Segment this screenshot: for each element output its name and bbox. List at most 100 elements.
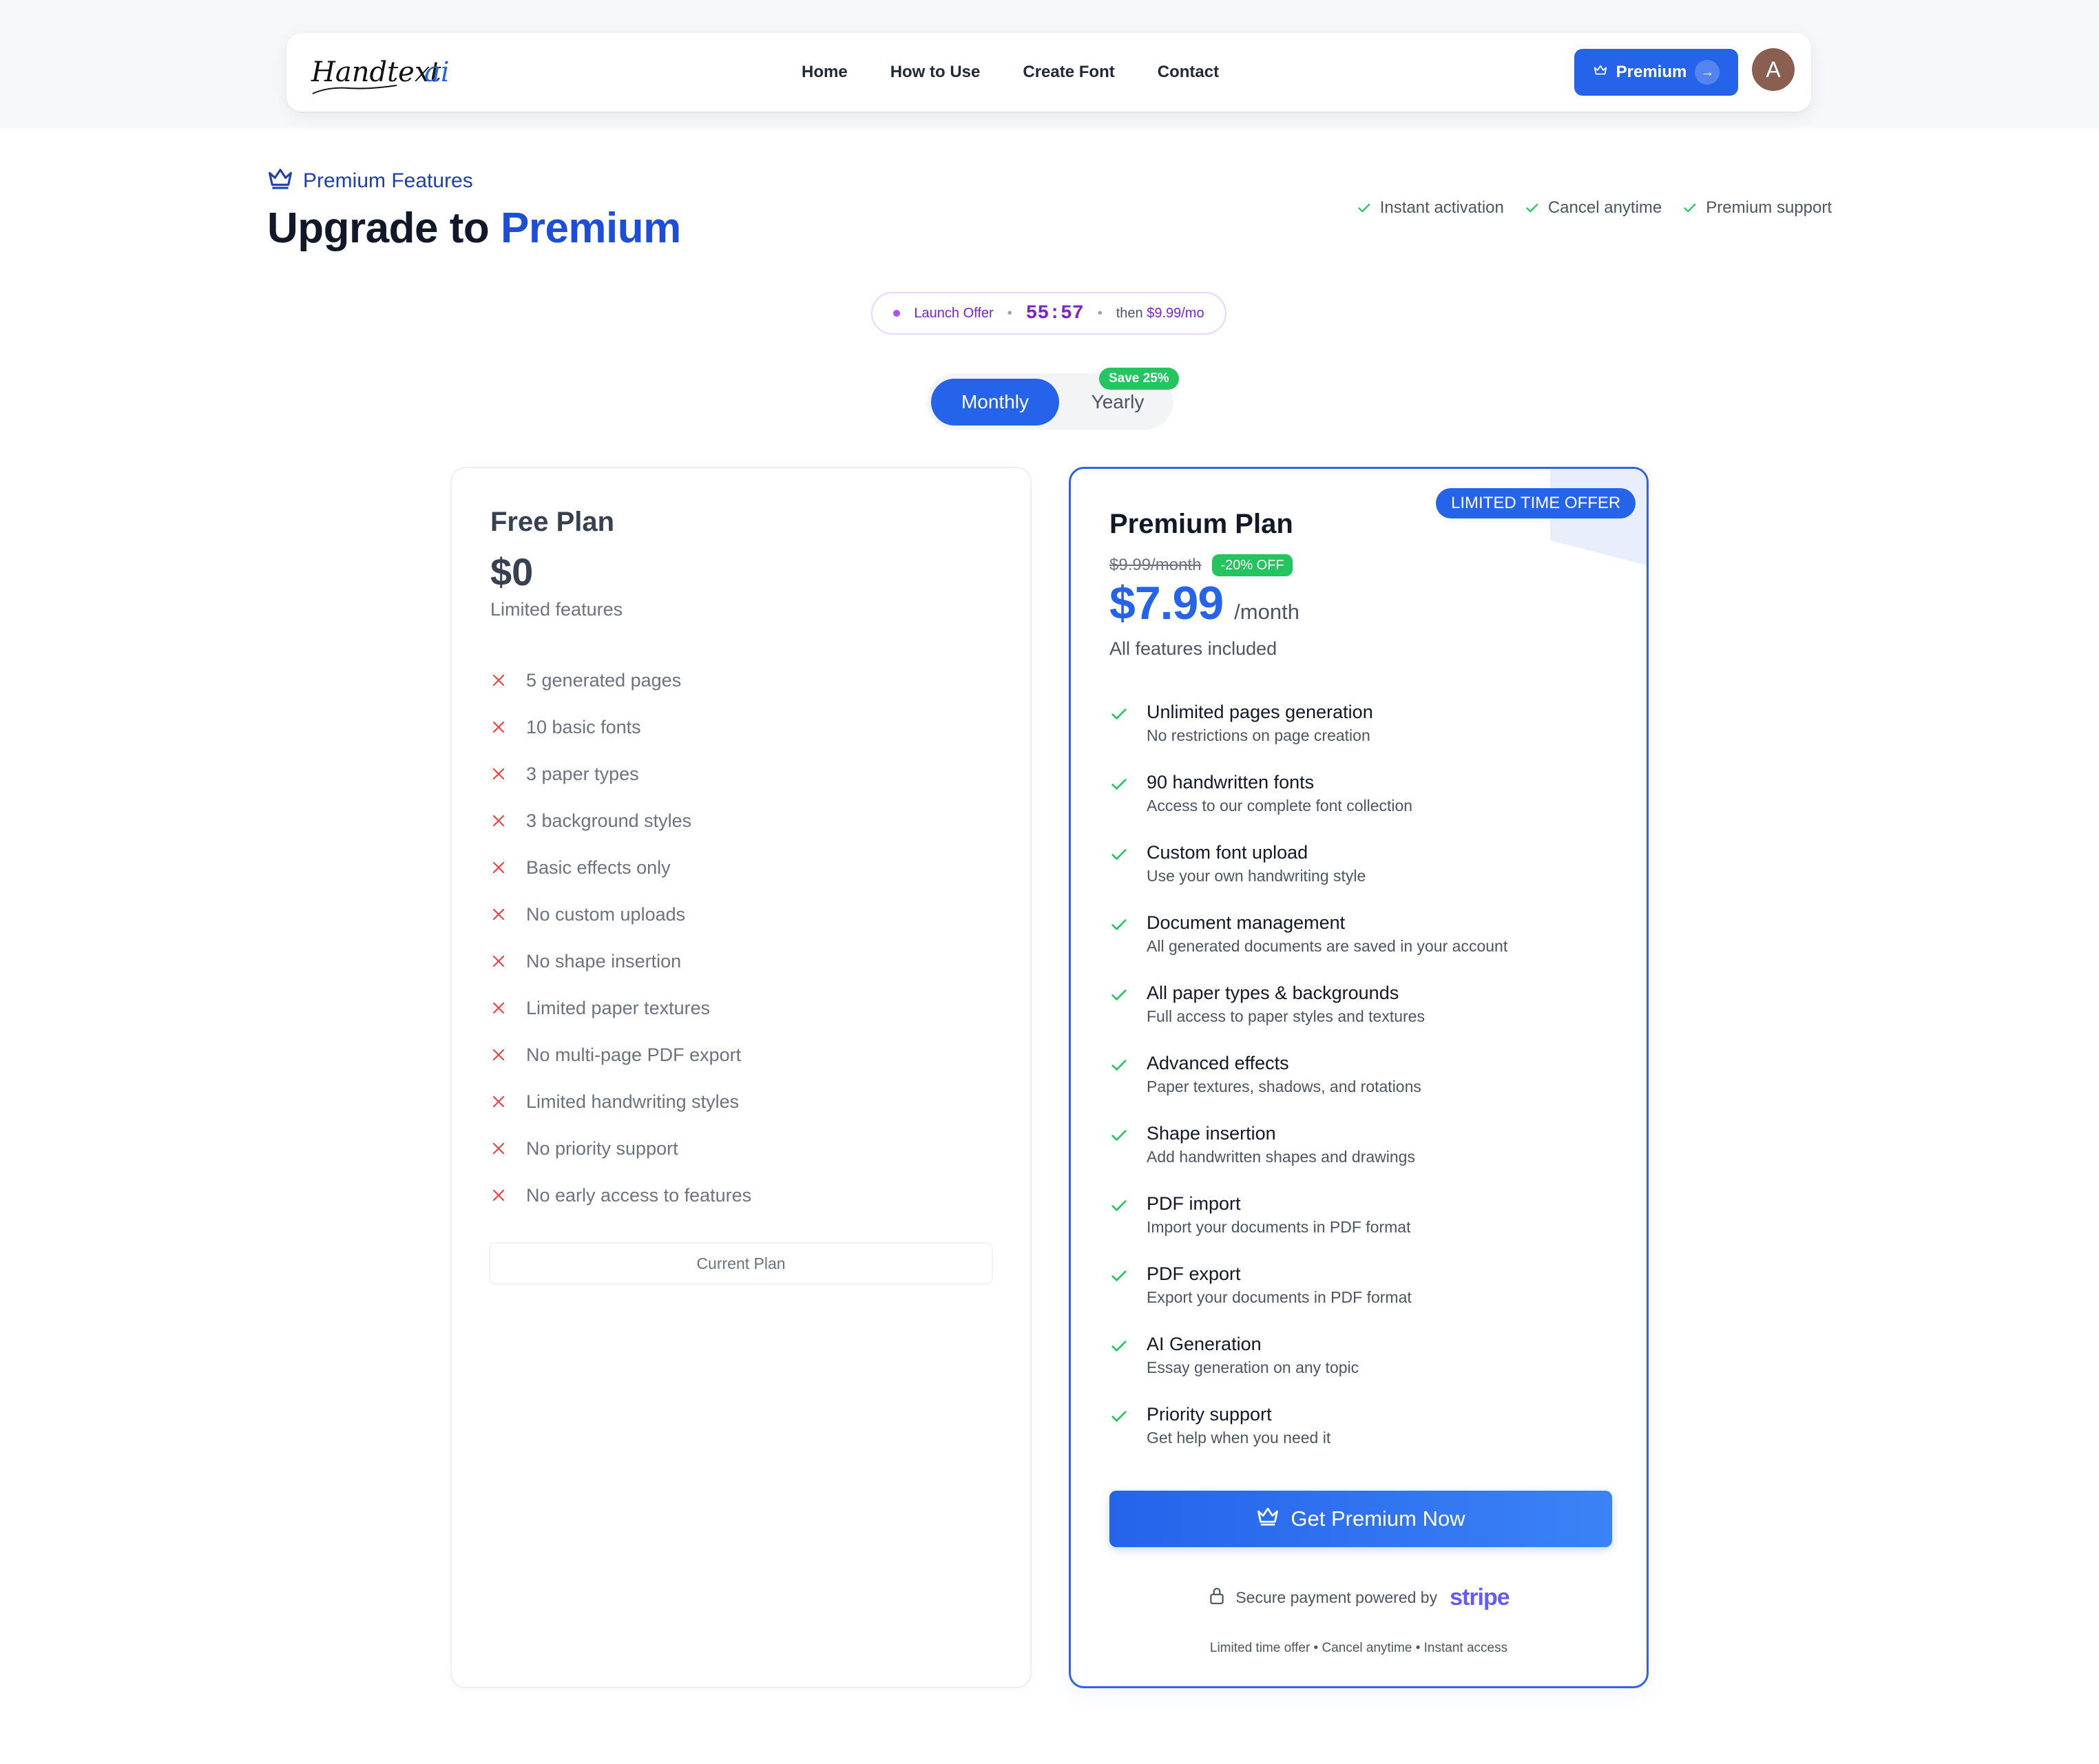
premium-feature-title: 90 handwritten fonts (1147, 772, 1315, 792)
offer-then-prefix: then (1116, 305, 1143, 321)
separator-dot: • (1097, 305, 1103, 321)
premium-feature-title: AI Generation (1147, 1334, 1262, 1354)
assurance-item: Premium support (1682, 198, 1832, 218)
svg-text:ai: ai (424, 56, 450, 88)
premium-feature-text: PDF import Import your documents in PDF f… (1147, 1190, 1410, 1261)
x-icon (492, 908, 505, 921)
premium-feature-desc: Add handwritten shapes and drawings (1147, 1148, 1415, 1166)
countdown-timer: 55:57 (1025, 302, 1084, 324)
free-feature-label: 10 basic fonts (526, 716, 641, 737)
crown-icon (267, 167, 293, 196)
free-feature-label: No priority support (526, 1137, 678, 1159)
page-title-prefix: Upgrade to (267, 204, 490, 252)
premium-feature-desc: Get help when you need it (1147, 1429, 1331, 1447)
discount-badge: -20% OFF (1212, 554, 1293, 576)
premium-feature-desc: Access to our complete font collection (1147, 797, 1413, 815)
premium-feature-text: Priority support Get help when you need i… (1147, 1401, 1330, 1471)
crown-icon (1593, 63, 1608, 83)
free-feature-item: No custom uploads (490, 891, 751, 938)
premium-feature-item: Shape insertion Add handwritten shapes an… (1109, 1120, 1507, 1190)
old-price-row: $9.99/month -20% OFF (1109, 554, 1293, 576)
premium-plan-card: LIMITED TIME OFFER Premium Plan $9.99/mo… (1069, 467, 1649, 1688)
offer-then: then $9.99/mo (1116, 306, 1204, 322)
check-icon (1526, 203, 1538, 213)
free-feature-label: No custom uploads (526, 903, 686, 925)
check-icon (1111, 1200, 1127, 1211)
lock-icon (1208, 1586, 1226, 1610)
nav-premium-label: Premium (1616, 63, 1687, 81)
premium-feature-item: Unlimited pages generation No restriction… (1109, 699, 1507, 769)
free-feature-item: No priority support (490, 1125, 751, 1172)
nav-links: Home How to Use Create Font Contact (802, 33, 1219, 112)
nav-contact[interactable]: Contact (1158, 63, 1219, 82)
x-icon (492, 861, 505, 874)
premium-footnote: Limited time offer • Cancel anytime • In… (1209, 1641, 1508, 1655)
premium-feature-title: PDF export (1147, 1263, 1241, 1284)
billing-monthly-option[interactable]: Monthly (931, 379, 1059, 426)
avatar[interactable]: A (1752, 48, 1795, 91)
x-icon (492, 955, 505, 967)
x-icon (492, 1142, 505, 1155)
free-plan-price: $0 (490, 550, 534, 594)
premium-feature-desc: Import your documents in PDF format (1147, 1218, 1411, 1236)
premium-feature-title: PDF import (1147, 1193, 1241, 1214)
premium-feature-title: Document management (1147, 912, 1346, 933)
premium-feature-item: PDF import Import your documents in PDF f… (1109, 1190, 1507, 1261)
x-icon (492, 1095, 505, 1108)
logo[interactable]: Handtext ai (307, 45, 459, 101)
nav-home[interactable]: Home (802, 63, 848, 82)
premium-feature-title: All paper types & backgrounds (1147, 983, 1399, 1003)
get-premium-button[interactable]: Get Premium Now (1109, 1491, 1612, 1547)
premium-feature-item: Priority support Get help when you need i… (1109, 1401, 1507, 1471)
check-icon (1111, 1130, 1127, 1141)
get-premium-label: Get Premium Now (1291, 1506, 1465, 1531)
free-plan-subtitle: Limited features (490, 599, 623, 620)
secure-payment-row: Secure payment powered by stripe (1071, 1584, 1647, 1611)
premium-price: $7.99 (1109, 577, 1224, 629)
free-plan-name: Free Plan (490, 507, 615, 537)
section-tag-label: Premium Features (303, 169, 473, 192)
arrow-right-icon: → (1695, 60, 1720, 85)
premium-feature-item: AI Generation Essay generation on any top… (1109, 1331, 1507, 1401)
premium-feature-text: Shape insertion Add handwritten shapes an… (1147, 1120, 1415, 1190)
nav-create-font[interactable]: Create Font (1023, 63, 1114, 82)
premium-feature-item: Advanced effects Paper textures, shadows,… (1109, 1050, 1507, 1120)
check-icon (1684, 203, 1696, 213)
premium-feature-desc: Export your documents in PDF format (1147, 1288, 1412, 1306)
limited-offer-badge: LIMITED TIME OFFER (1436, 488, 1636, 518)
check-icon (1111, 1341, 1127, 1352)
save-badge: Save 25% (1099, 368, 1179, 390)
premium-feature-text: 90 handwritten fonts Access to our comple… (1147, 769, 1412, 839)
premium-feature-title: Custom font upload (1147, 842, 1308, 863)
nav-how-to-use[interactable]: How to Use (890, 63, 981, 82)
premium-feature-desc: No restrictions on page creation (1147, 726, 1370, 744)
premium-feature-text: Unlimited pages generation No restriction… (1147, 699, 1373, 769)
premium-plan-name: Premium Plan (1109, 509, 1293, 539)
premium-plan-subtitle: All features included (1109, 638, 1277, 659)
offer-label: Launch Offer (914, 305, 994, 321)
free-feature-item: 3 paper types (490, 750, 751, 797)
free-feature-item: Basic effects only (490, 844, 751, 891)
check-icon (1111, 1060, 1127, 1071)
offer-then-price: $9.99/mo (1147, 305, 1204, 321)
premium-feature-item: Document management All generated documen… (1109, 910, 1507, 980)
crown-icon (1256, 1506, 1280, 1532)
secure-payment-text: Secure payment powered by (1235, 1588, 1438, 1606)
free-feature-label: No early access to features (526, 1184, 752, 1206)
x-icon (492, 674, 505, 686)
premium-feature-item: 90 handwritten fonts Access to our comple… (1109, 769, 1507, 839)
premium-feature-title: Advanced effects (1147, 1053, 1289, 1073)
launch-offer-banner: Launch Offer • 55:57 • then $9.99/mo (871, 292, 1226, 335)
nav-premium-button[interactable]: Premium → (1574, 49, 1738, 96)
free-feature-item: Limited handwriting styles (490, 1078, 751, 1125)
current-plan-button[interactable]: Current Plan (489, 1242, 993, 1285)
premium-feature-desc: Paper textures, shadows, and rotations (1147, 1078, 1421, 1095)
assurance-label: Cancel anytime (1547, 198, 1662, 217)
assurance-item: Cancel anytime (1525, 198, 1662, 218)
check-icon (1111, 989, 1127, 1000)
assurance-label: Instant activation (1379, 198, 1504, 217)
free-feature-item: 3 background styles (490, 797, 751, 844)
page-title-accent: Premium (500, 204, 681, 252)
check-icon (1111, 919, 1127, 930)
free-feature-label: Basic effects only (526, 857, 671, 878)
